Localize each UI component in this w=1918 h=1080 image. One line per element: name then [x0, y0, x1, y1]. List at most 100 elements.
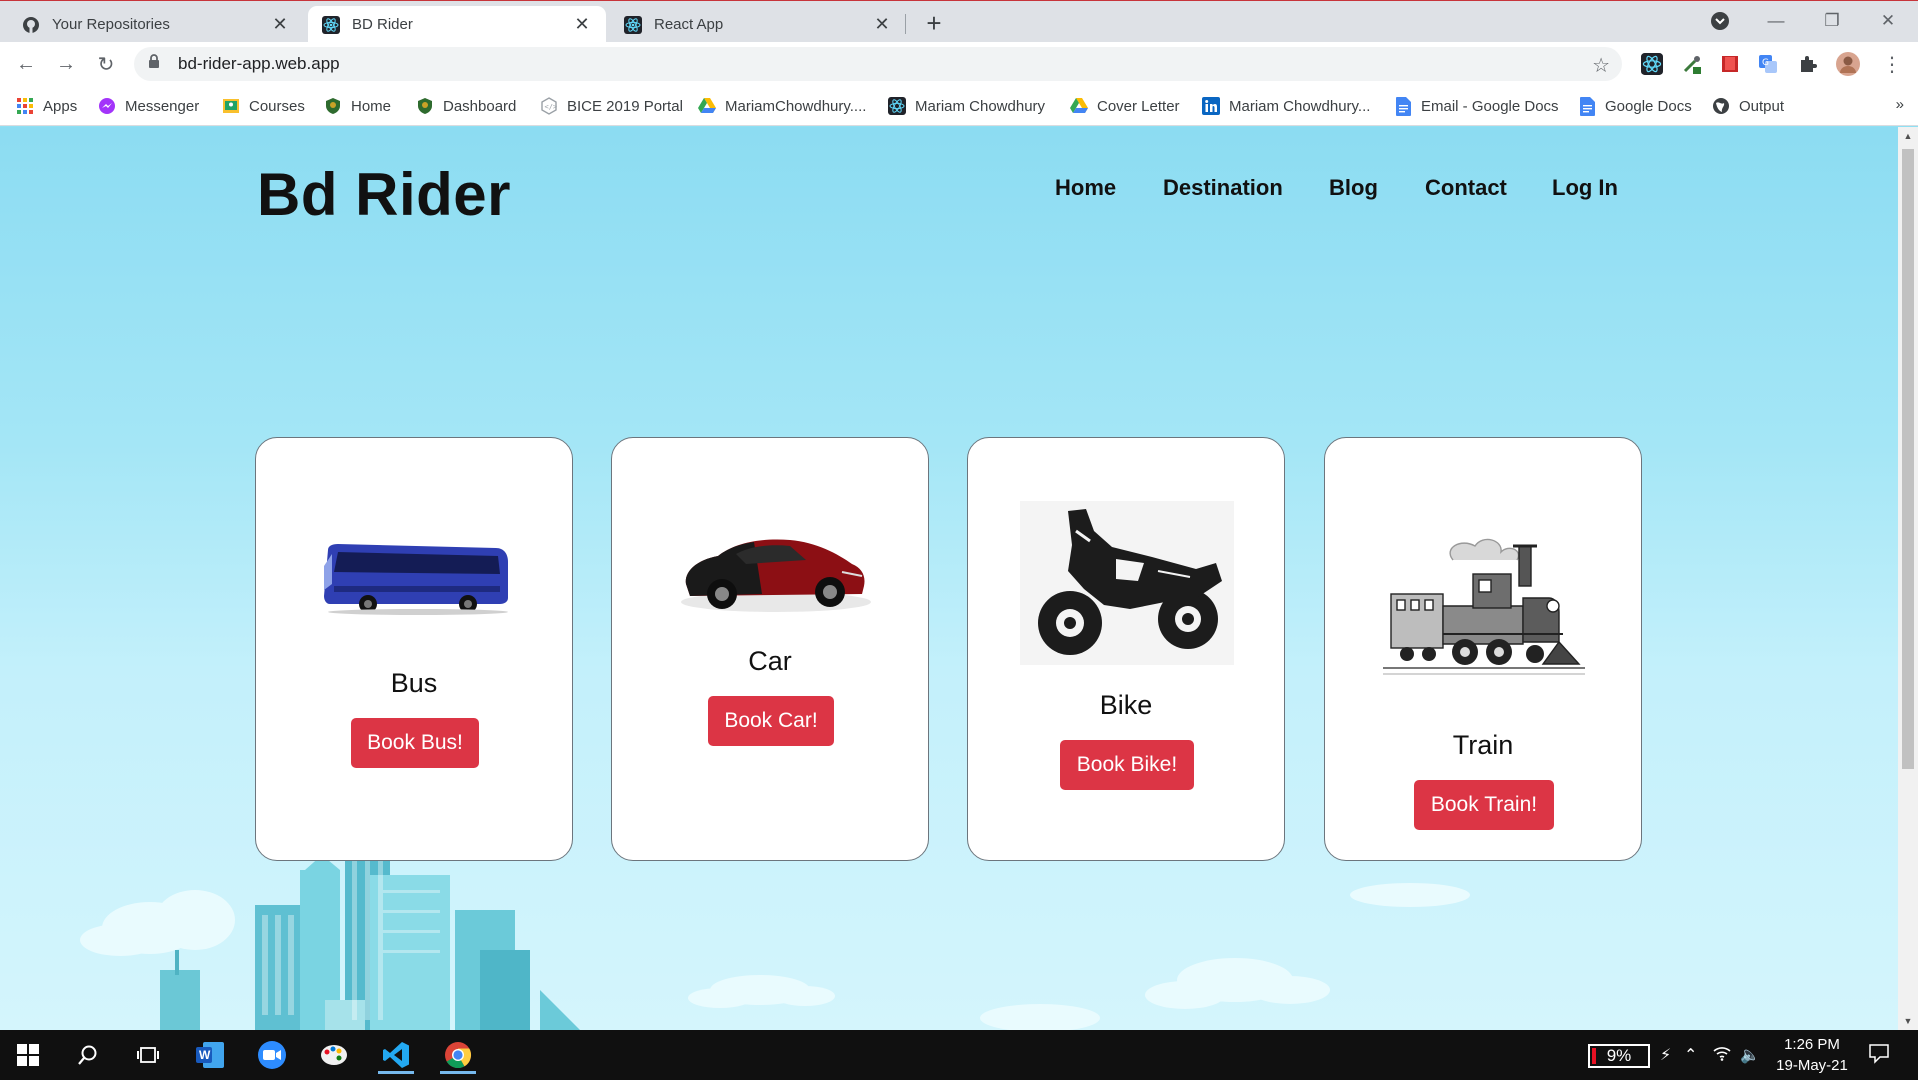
- minimize-button[interactable]: —: [1748, 3, 1804, 39]
- new-tab-button[interactable]: +: [920, 10, 948, 38]
- address-bar[interactable]: bd-rider-app.web.app ☆: [134, 47, 1622, 81]
- bookmark-label: Email - Google Docs: [1421, 97, 1559, 115]
- chrome-icon[interactable]: [434, 1036, 482, 1074]
- bookmarks-overflow-button[interactable]: »: [1896, 96, 1904, 113]
- kebab-menu-icon[interactable]: ⋮: [1880, 52, 1904, 76]
- bookmark-email-docs[interactable]: Email - Google Docs: [1394, 94, 1559, 118]
- book-car-button[interactable]: Book Car!: [708, 696, 834, 746]
- bookmark-label: Google Docs: [1605, 97, 1692, 115]
- bookmark-dashboard[interactable]: Dashboard: [416, 94, 516, 118]
- eyedropper-extension-icon[interactable]: [1680, 52, 1704, 76]
- book-bike-button[interactable]: Book Bike!: [1060, 740, 1194, 790]
- bookmark-label: Cover Letter: [1097, 97, 1180, 115]
- google-docs-icon: [1394, 96, 1412, 116]
- notification-center-icon[interactable]: [1868, 1042, 1890, 1069]
- nav-blog-link[interactable]: Blog: [1329, 175, 1378, 201]
- svg-text:W: W: [199, 1048, 211, 1062]
- bookmark-bice-portal[interactable]: </> BICE 2019 Portal: [540, 94, 683, 118]
- messenger-icon: [98, 97, 116, 115]
- bookmark-mariam-react[interactable]: Mariam Chowdhury: [888, 94, 1045, 118]
- paint-icon[interactable]: [310, 1036, 358, 1074]
- tab-bd-rider[interactable]: BD Rider ✕: [308, 6, 606, 43]
- clock-time: 1:26 PM: [1784, 1036, 1840, 1053]
- bookmark-apps[interactable]: Apps: [16, 94, 77, 118]
- bookmark-google-docs[interactable]: Google Docs: [1578, 94, 1692, 118]
- bookmarks-bar: Apps Messenger Courses Home Dashboard </…: [0, 86, 1918, 126]
- google-drive-icon: [698, 97, 716, 115]
- bookmark-label: Mariam Chowdhury...: [1229, 97, 1371, 115]
- back-button[interactable]: ←: [10, 48, 42, 80]
- forward-button[interactable]: →: [50, 48, 82, 80]
- search-icon[interactable]: [64, 1036, 112, 1074]
- vehicle-card-car: Car Book Car!: [611, 437, 929, 861]
- react-icon: [888, 97, 906, 115]
- react-icon: [624, 15, 642, 34]
- bookmark-label: MariamChowdhury....: [725, 97, 867, 115]
- globe-icon: [1712, 97, 1730, 115]
- scroll-down-arrow-icon[interactable]: ▼: [1898, 1012, 1918, 1030]
- nav-home-link[interactable]: Home: [1055, 175, 1116, 201]
- bookmark-mariam-linkedin[interactable]: Mariam Chowdhury...: [1202, 94, 1370, 118]
- site-logo[interactable]: Bd Rider: [257, 160, 511, 229]
- bookmark-label: Mariam Chowdhury: [915, 97, 1046, 115]
- school-shield-icon: [416, 97, 434, 115]
- react-devtools-extension-icon[interactable]: [1640, 52, 1664, 76]
- classroom-icon: [222, 97, 240, 115]
- scroll-up-arrow-icon[interactable]: ▲: [1898, 127, 1918, 145]
- zoom-icon[interactable]: [248, 1036, 296, 1074]
- word-icon[interactable]: W: [186, 1036, 234, 1074]
- restore-button[interactable]: ❐: [1804, 3, 1860, 39]
- speaker-icon[interactable]: 🔈: [1740, 1045, 1760, 1065]
- bookmark-label: Courses: [249, 97, 305, 115]
- power-plug-icon[interactable]: ⚡: [1660, 1045, 1671, 1065]
- chevron-up-icon[interactable]: ⌃: [1684, 1045, 1697, 1065]
- svg-text:G: G: [1762, 58, 1769, 68]
- nav-contact-link[interactable]: Contact: [1425, 175, 1507, 201]
- wifi-icon[interactable]: [1712, 1045, 1732, 1066]
- bookmark-extension-icon[interactable]: [1718, 52, 1742, 76]
- chevron-down-icon: [1711, 12, 1729, 30]
- task-view-icon[interactable]: [124, 1036, 172, 1074]
- bookmark-cover-letter[interactable]: Cover Letter: [1070, 94, 1180, 118]
- google-translate-icon[interactable]: G: [1756, 52, 1780, 76]
- tab-your-repositories[interactable]: Your Repositories ✕: [8, 6, 304, 43]
- bookmark-label: Home: [351, 97, 392, 115]
- windows-start-icon[interactable]: [4, 1036, 52, 1074]
- system-clock[interactable]: 1:26 PM 19-May-21: [1772, 1034, 1852, 1076]
- bookmark-label: Output: [1739, 97, 1785, 115]
- book-train-button[interactable]: Book Train!: [1414, 780, 1554, 830]
- nav-login-link[interactable]: Log In: [1552, 175, 1618, 201]
- bookmark-messenger[interactable]: Messenger: [98, 94, 199, 118]
- close-icon[interactable]: ✕: [270, 14, 290, 35]
- bookmark-home[interactable]: Home: [324, 94, 391, 118]
- profile-avatar[interactable]: [1836, 52, 1860, 76]
- reload-button[interactable]: ↻: [90, 48, 122, 80]
- page-scrollbar[interactable]: ▲ ▼: [1898, 127, 1918, 1030]
- lock-icon: [148, 54, 162, 74]
- close-window-button[interactable]: ✕: [1860, 3, 1916, 39]
- vehicle-name: Bike: [1099, 690, 1153, 720]
- active-app-indicator: [440, 1071, 476, 1074]
- car-image: [681, 539, 871, 612]
- bookmark-label: Dashboard: [443, 97, 517, 115]
- tab-separator: [905, 14, 906, 34]
- scrollbar-thumb[interactable]: [1902, 149, 1914, 769]
- puzzle-extensions-icon[interactable]: [1796, 52, 1820, 76]
- bookmark-output[interactable]: Output: [1712, 94, 1784, 118]
- bookmark-courses[interactable]: Courses: [222, 94, 305, 118]
- nav-destination-link[interactable]: Destination: [1163, 175, 1283, 201]
- book-bus-button[interactable]: Book Bus!: [351, 718, 479, 768]
- active-app-indicator: [378, 1071, 414, 1074]
- bookmark-star-icon[interactable]: ☆: [1592, 53, 1610, 78]
- tab-search-button[interactable]: [1692, 3, 1748, 39]
- close-icon[interactable]: ✕: [872, 14, 892, 35]
- city-skyline-illustration: [80, 850, 1470, 1030]
- bookmark-mariam-drive[interactable]: MariamChowdhury....: [698, 94, 866, 118]
- close-icon[interactable]: ✕: [572, 14, 592, 35]
- tab-react-app[interactable]: React App ✕: [610, 6, 906, 43]
- tab-title: BD Rider: [352, 16, 413, 33]
- linkedin-icon: [1202, 97, 1220, 115]
- vscode-icon[interactable]: [372, 1036, 420, 1074]
- battery-indicator[interactable]: 9%: [1588, 1044, 1650, 1068]
- svg-text:</>: </>: [545, 103, 558, 111]
